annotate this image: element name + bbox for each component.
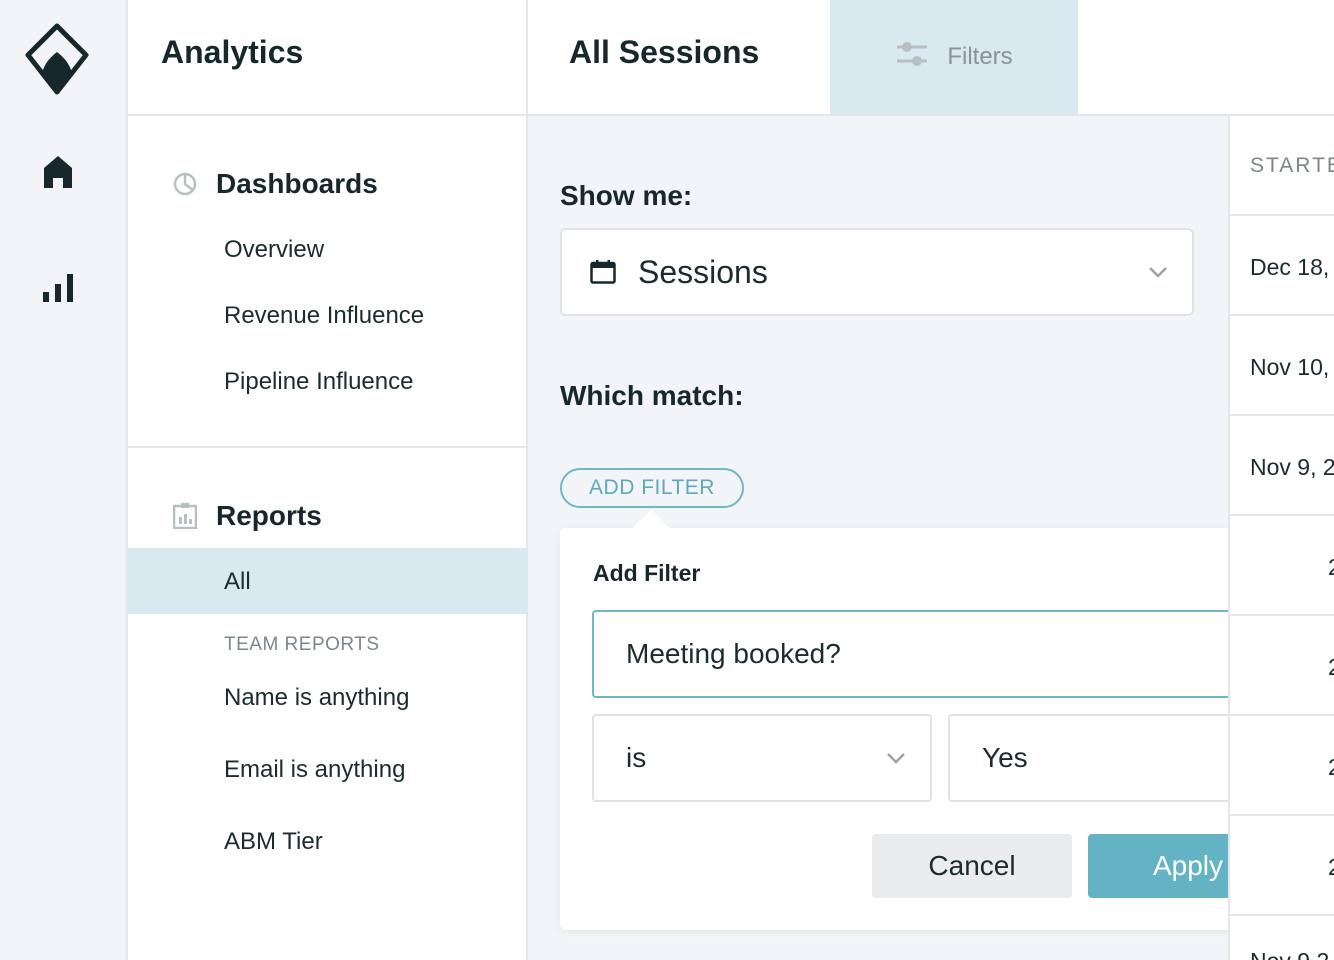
row-divider	[1230, 914, 1334, 916]
chevron-down-icon	[886, 752, 906, 764]
home-icon[interactable]	[38, 152, 78, 192]
tab-filters[interactable]: Filters	[830, 0, 1078, 114]
add-filter-popover: Add Filter Meeting booked? is Yes Cancel…	[560, 509, 1320, 930]
sidebar-item-name-is-anything[interactable]: Name is anything	[224, 684, 409, 712]
divider	[128, 114, 528, 116]
operator-select[interactable]: is	[592, 714, 932, 802]
cancel-button[interactable]: Cancel	[872, 834, 1072, 898]
sidebar-item-revenue-influence[interactable]: Revenue Influence	[224, 302, 424, 330]
column-header-started[interactable]: STARTE	[1250, 154, 1334, 178]
sidebar-item-overview[interactable]: Overview	[224, 236, 324, 264]
sessions-table: STARTE Dec 18, Nov 10, Nov 9, 2 2 2 2 2 …	[1228, 116, 1334, 960]
sidebar-item-all-highlight	[128, 548, 528, 614]
table-cell: 2	[1328, 854, 1334, 881]
row-divider	[1230, 614, 1334, 616]
sidebar-item-email-is-anything[interactable]: Email is anything	[224, 756, 405, 784]
filter-field-value: Meeting booked?	[626, 638, 841, 669]
page-title: All Sessions	[569, 34, 760, 70]
row-divider	[1230, 814, 1334, 816]
show-me-value: Sessions	[638, 253, 768, 290]
divider	[128, 446, 528, 448]
value-value: Yes	[982, 742, 1028, 773]
row-divider	[1230, 714, 1334, 716]
team-reports-caption: TEAM REPORTS	[224, 634, 380, 655]
row-divider	[1230, 314, 1334, 316]
sliders-icon	[895, 39, 929, 76]
table-cell: Nov 9, 2	[1250, 454, 1334, 480]
chevron-down-icon	[1148, 266, 1168, 278]
sidebar-item-all[interactable]: All	[224, 568, 251, 596]
popover-title: Add Filter	[593, 560, 701, 586]
reports-heading-label: Reports	[216, 500, 322, 531]
table-cell: Dec 18,	[1250, 254, 1330, 280]
bar-chart-icon[interactable]	[38, 268, 78, 308]
filter-field-select[interactable]: Meeting booked?	[592, 610, 1288, 698]
pie-chart-icon	[172, 171, 198, 197]
row-divider	[1230, 514, 1334, 516]
icon-rail	[0, 0, 128, 960]
add-filter-button[interactable]: ADD FILTER	[560, 468, 744, 508]
table-cell: 2	[1328, 654, 1334, 681]
header: All Sessions Filters	[528, 0, 1334, 116]
app-title: Analytics	[161, 34, 304, 70]
report-icon	[172, 503, 198, 529]
reports-heading[interactable]: Reports	[172, 500, 322, 532]
tab-filters-label: Filters	[947, 43, 1013, 70]
row-divider	[1230, 414, 1334, 416]
show-me-select[interactable]: Sessions	[560, 228, 1194, 316]
table-cell: 2	[1328, 754, 1334, 781]
which-match-label: Which match:	[560, 380, 744, 411]
row-divider	[1230, 214, 1334, 216]
table-cell: Nov 10,	[1250, 354, 1330, 380]
table-cell: 2	[1328, 554, 1334, 581]
operator-value: is	[626, 742, 647, 773]
table-cell: Nov 9 2	[1250, 948, 1329, 960]
dashboards-heading[interactable]: Dashboards	[172, 168, 378, 200]
logo-icon[interactable]	[24, 22, 90, 96]
calendar-icon	[590, 260, 616, 284]
show-me-label: Show me:	[560, 180, 693, 211]
sidebar-item-abm-tier[interactable]: ABM Tier	[224, 828, 323, 856]
sidebar-item-pipeline-influence[interactable]: Pipeline Influence	[224, 368, 413, 396]
dashboards-heading-label: Dashboards	[216, 168, 378, 199]
sidebar: Analytics Dashboards Overview Revenue In…	[128, 0, 528, 960]
